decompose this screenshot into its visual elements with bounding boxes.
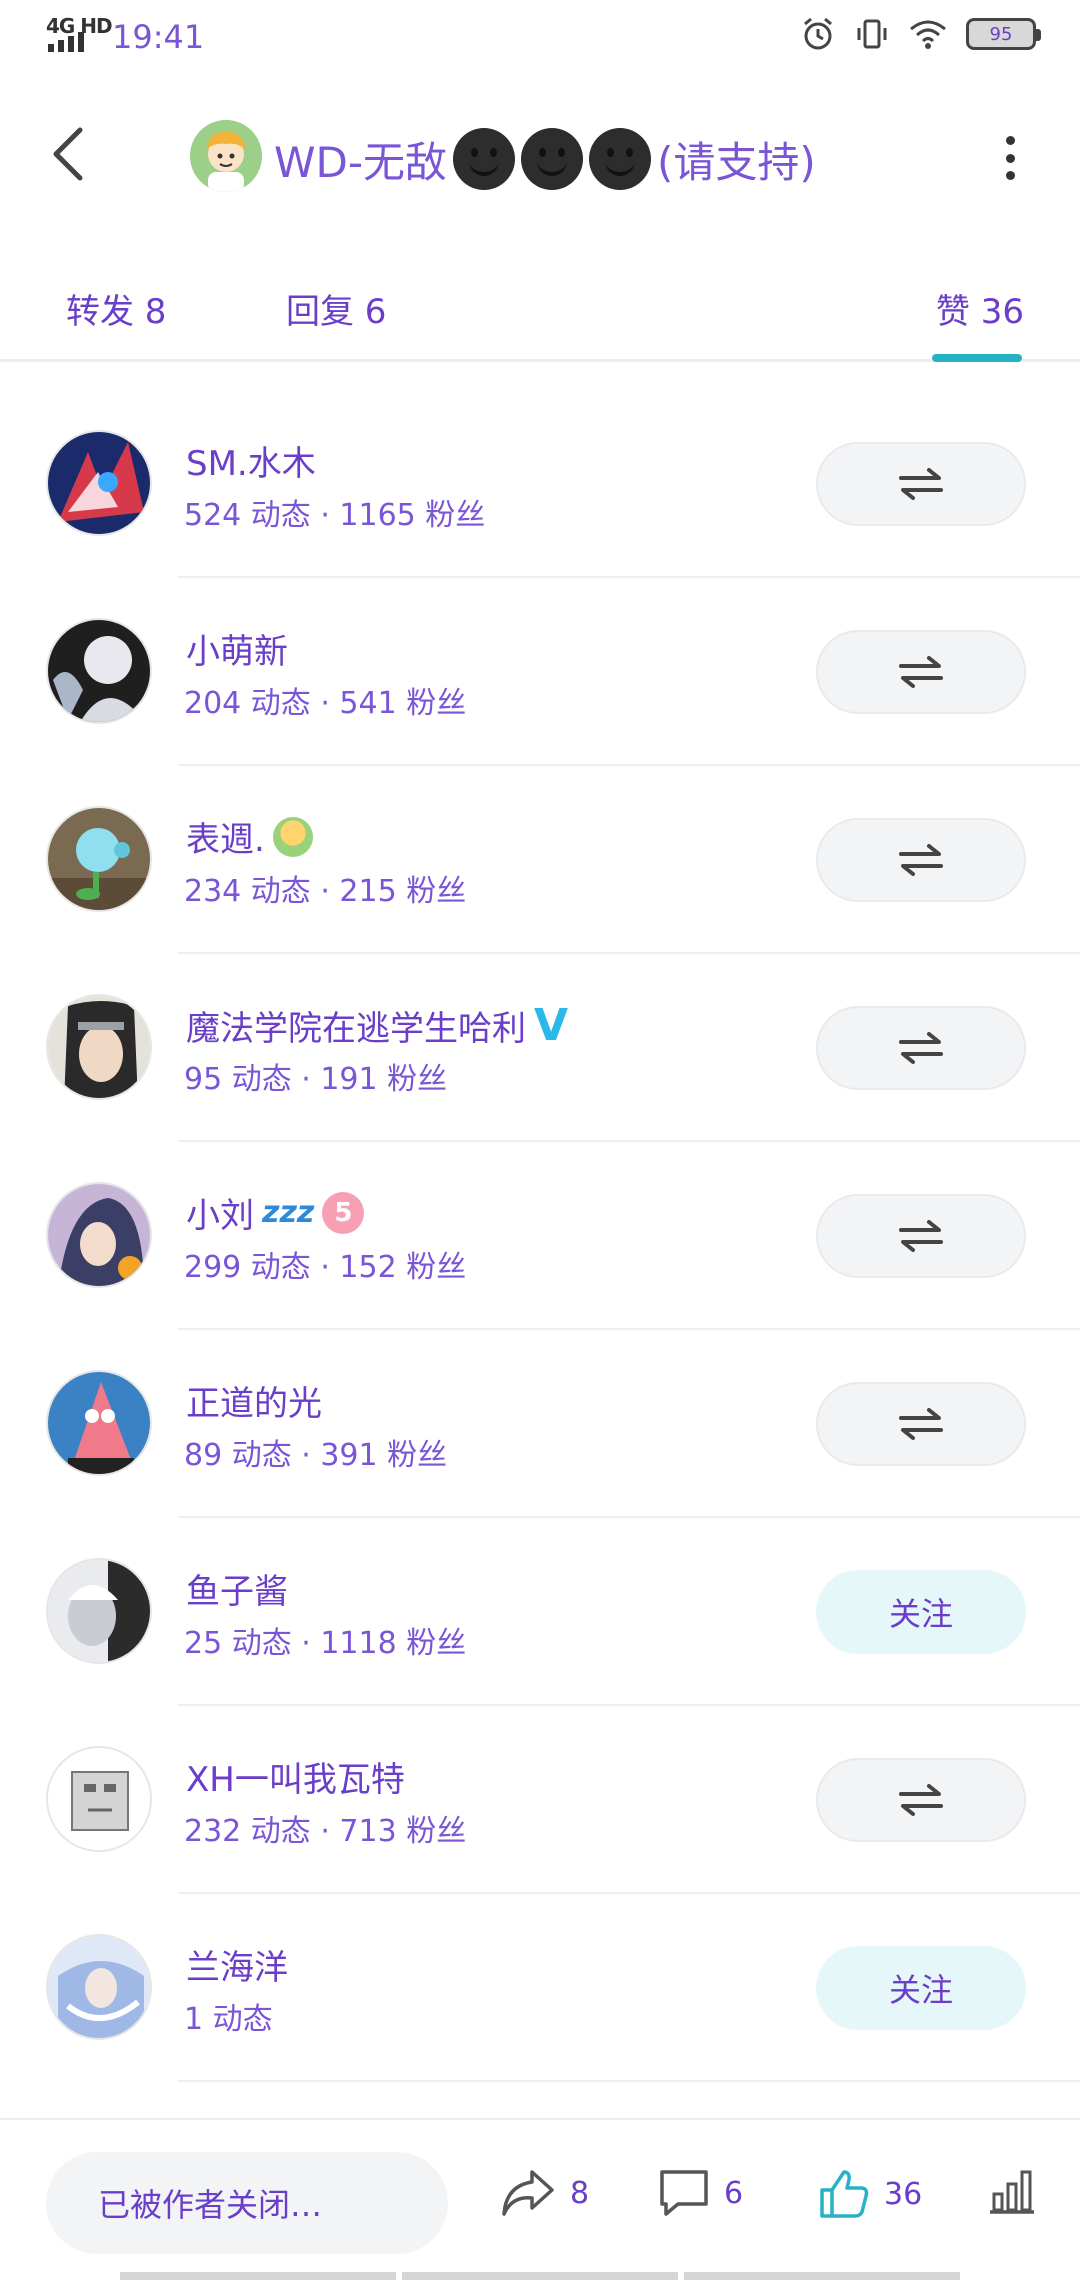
- mutual-follow-button[interactable]: [816, 1382, 1026, 1466]
- user-name: 魔法学院在逃学生哈利 V: [186, 1000, 569, 1051]
- cartoon-avatar-icon: [190, 120, 262, 192]
- user-stats: 25 动态 · 1118 粉丝: [184, 1626, 467, 1661]
- battery-icon: 95: [966, 18, 1041, 50]
- mutual-follow-button[interactable]: [816, 1194, 1026, 1278]
- mutual-arrows-icon: [899, 1032, 943, 1064]
- smile-emoji-icon: [521, 128, 584, 190]
- list-item[interactable]: SM.水木 524 动态 · 1165 粉丝: [0, 390, 1080, 578]
- author-name: WD-无敌: [274, 137, 448, 187]
- mutual-arrows-icon: [899, 656, 943, 688]
- user-name: 正道的光: [186, 1384, 322, 1424]
- tab-bar: 转发 8 回复 6 赞 36: [0, 262, 1080, 362]
- liked-users-list: SM.水木 524 动态 · 1165 粉丝 小萌新 204 动态 · 541 …: [0, 390, 1080, 2082]
- user-name: 小刘 zzz 5: [186, 1188, 365, 1237]
- tab-replies[interactable]: 回复 6: [286, 284, 386, 333]
- user-name: 小萌新: [186, 632, 288, 672]
- bird-emoji-icon: [272, 816, 313, 857]
- status-bar: 4G HD 19:41 95: [0, 0, 1080, 72]
- user-stats: 232 动态 · 713 粉丝: [184, 1814, 467, 1849]
- follow-button[interactable]: 关注: [816, 1570, 1026, 1654]
- chevron-left-icon: [53, 127, 83, 181]
- avatar[interactable]: [46, 1746, 152, 1852]
- comment-button[interactable]: 6: [658, 2168, 743, 2218]
- user-stats: 95 动态 · 191 粉丝: [184, 1062, 448, 1097]
- comment-input[interactable]: 已被作者关闭…: [46, 2152, 448, 2254]
- list-item[interactable]: XH一叫我瓦特 232 动态 · 713 粉丝: [0, 1706, 1080, 1894]
- list-item[interactable]: 正道的光 89 动态 · 391 粉丝: [0, 1330, 1080, 1518]
- verified-v-icon: V: [534, 1000, 569, 1051]
- stats-button[interactable]: [986, 2168, 1038, 2216]
- gesture-bar: [120, 2272, 960, 2280]
- status-icons: 95: [800, 16, 1041, 52]
- list-item[interactable]: 表週. 234 动态 · 215 粉丝: [0, 766, 1080, 954]
- tab-likes[interactable]: 赞 36: [936, 284, 1024, 333]
- user-name: SM.水木: [186, 444, 316, 484]
- avatar[interactable]: [46, 1370, 152, 1476]
- alarm-icon: [804, 17, 832, 50]
- avatar[interactable]: [46, 806, 152, 912]
- active-tab-indicator: [932, 354, 1022, 362]
- mutual-follow-button[interactable]: [816, 630, 1026, 714]
- avatar[interactable]: [46, 618, 152, 724]
- bottom-action-bar: 已被作者关闭… 8 6 36: [0, 2118, 1080, 2280]
- more-vertical-icon: [1005, 136, 1015, 145]
- mutual-follow-button[interactable]: [816, 818, 1026, 902]
- avatar[interactable]: [46, 1558, 152, 1664]
- smile-emoji-icon: [453, 128, 516, 190]
- vibrate-icon: [857, 19, 887, 49]
- comment-icon: [660, 2170, 708, 2216]
- bar-chart-icon: [990, 2170, 1034, 2214]
- list-item[interactable]: 兰海洋 1 动态 关注: [0, 1894, 1080, 2082]
- sleep-zzz-icon: zzz: [262, 1195, 315, 1230]
- user-name: 鱼子酱: [186, 1572, 288, 1612]
- header: WD-无敌 (请支持): [0, 100, 1080, 210]
- avatar[interactable]: [46, 994, 152, 1100]
- mutual-follow-button[interactable]: [816, 1006, 1026, 1090]
- mutual-arrows-icon: [899, 468, 943, 500]
- share-count: 8: [570, 2175, 590, 2211]
- back-button[interactable]: [40, 122, 96, 186]
- tab-reposts[interactable]: 转发 8: [66, 284, 166, 333]
- share-button[interactable]: 8: [500, 2168, 589, 2218]
- mutual-arrows-icon: [899, 1408, 943, 1440]
- mutual-arrows-icon: [899, 1220, 943, 1252]
- user-name: 表週.: [186, 812, 313, 861]
- like-button[interactable]: 36: [818, 2168, 922, 2220]
- list-item[interactable]: 小刘 zzz 5 299 动态 · 152 粉丝: [0, 1142, 1080, 1330]
- mutual-arrows-icon: [899, 844, 943, 876]
- share-icon: [502, 2170, 554, 2216]
- user-stats: 1 动态: [184, 2002, 273, 2037]
- mutual-follow-button[interactable]: [816, 442, 1026, 526]
- level-badge-icon: 5: [322, 1191, 365, 1234]
- list-item[interactable]: 小萌新 204 动态 · 541 粉丝: [0, 578, 1080, 766]
- more-options-button[interactable]: [1000, 136, 1020, 180]
- list-item[interactable]: 鱼子酱 25 动态 · 1118 粉丝 关注: [0, 1518, 1080, 1706]
- wifi-icon: [910, 20, 946, 49]
- mutual-follow-button[interactable]: [816, 1758, 1026, 1842]
- comment-count: 6: [724, 2175, 744, 2211]
- avatar[interactable]: [46, 430, 152, 536]
- user-name: 兰海洋: [186, 1948, 288, 1988]
- page-title: WD-无敌 (请支持): [274, 128, 816, 190]
- list-item[interactable]: 魔法学院在逃学生哈利 V 95 动态 · 191 粉丝: [0, 954, 1080, 1142]
- smile-emoji-icon: [589, 128, 652, 190]
- title-suffix: (请支持): [657, 137, 816, 187]
- author-avatar[interactable]: [190, 120, 262, 192]
- mutual-arrows-icon: [899, 1784, 943, 1816]
- user-stats: 204 动态 · 541 粉丝: [184, 686, 467, 721]
- user-stats: 234 动态 · 215 粉丝: [184, 874, 467, 909]
- avatar[interactable]: [46, 1934, 152, 2040]
- avatar[interactable]: [46, 1182, 152, 1288]
- user-stats: 524 动态 · 1165 粉丝: [184, 498, 486, 533]
- status-time: 19:41: [112, 18, 205, 56]
- signal-icon: [48, 32, 84, 52]
- user-stats: 299 动态 · 152 粉丝: [184, 1250, 467, 1285]
- follow-button[interactable]: 关注: [816, 1946, 1026, 2030]
- user-stats: 89 动态 · 391 粉丝: [184, 1438, 448, 1473]
- thumbs-up-icon: [820, 2170, 869, 2218]
- like-count: 36: [884, 2176, 923, 2212]
- user-name: XH一叫我瓦特: [186, 1760, 405, 1800]
